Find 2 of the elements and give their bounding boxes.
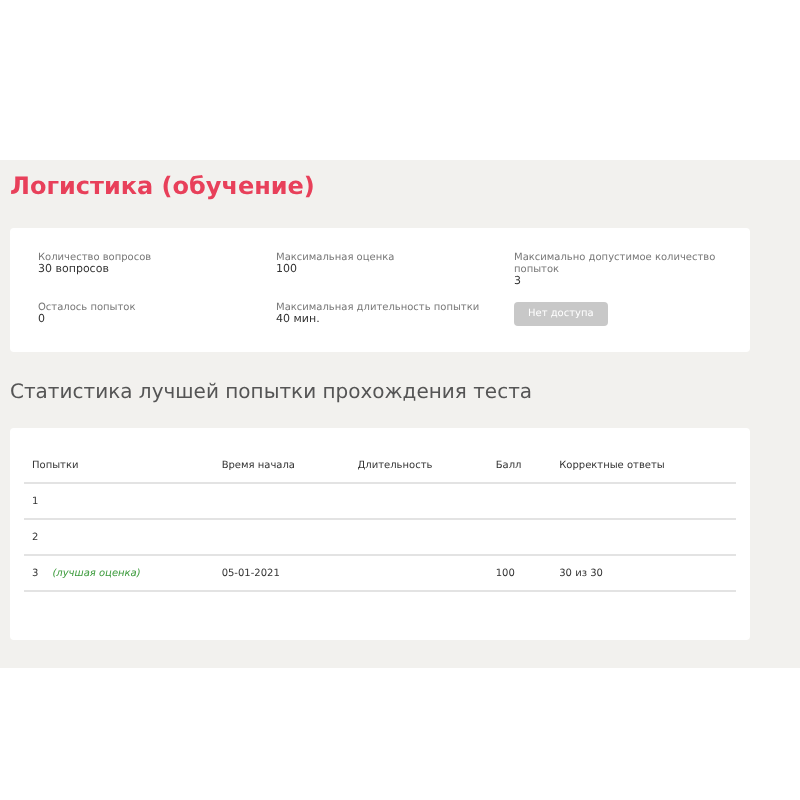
page-title: Логистика (обучение)	[10, 170, 317, 204]
section-title: Статистика лучшей попытки прохождения теста	[10, 380, 535, 408]
